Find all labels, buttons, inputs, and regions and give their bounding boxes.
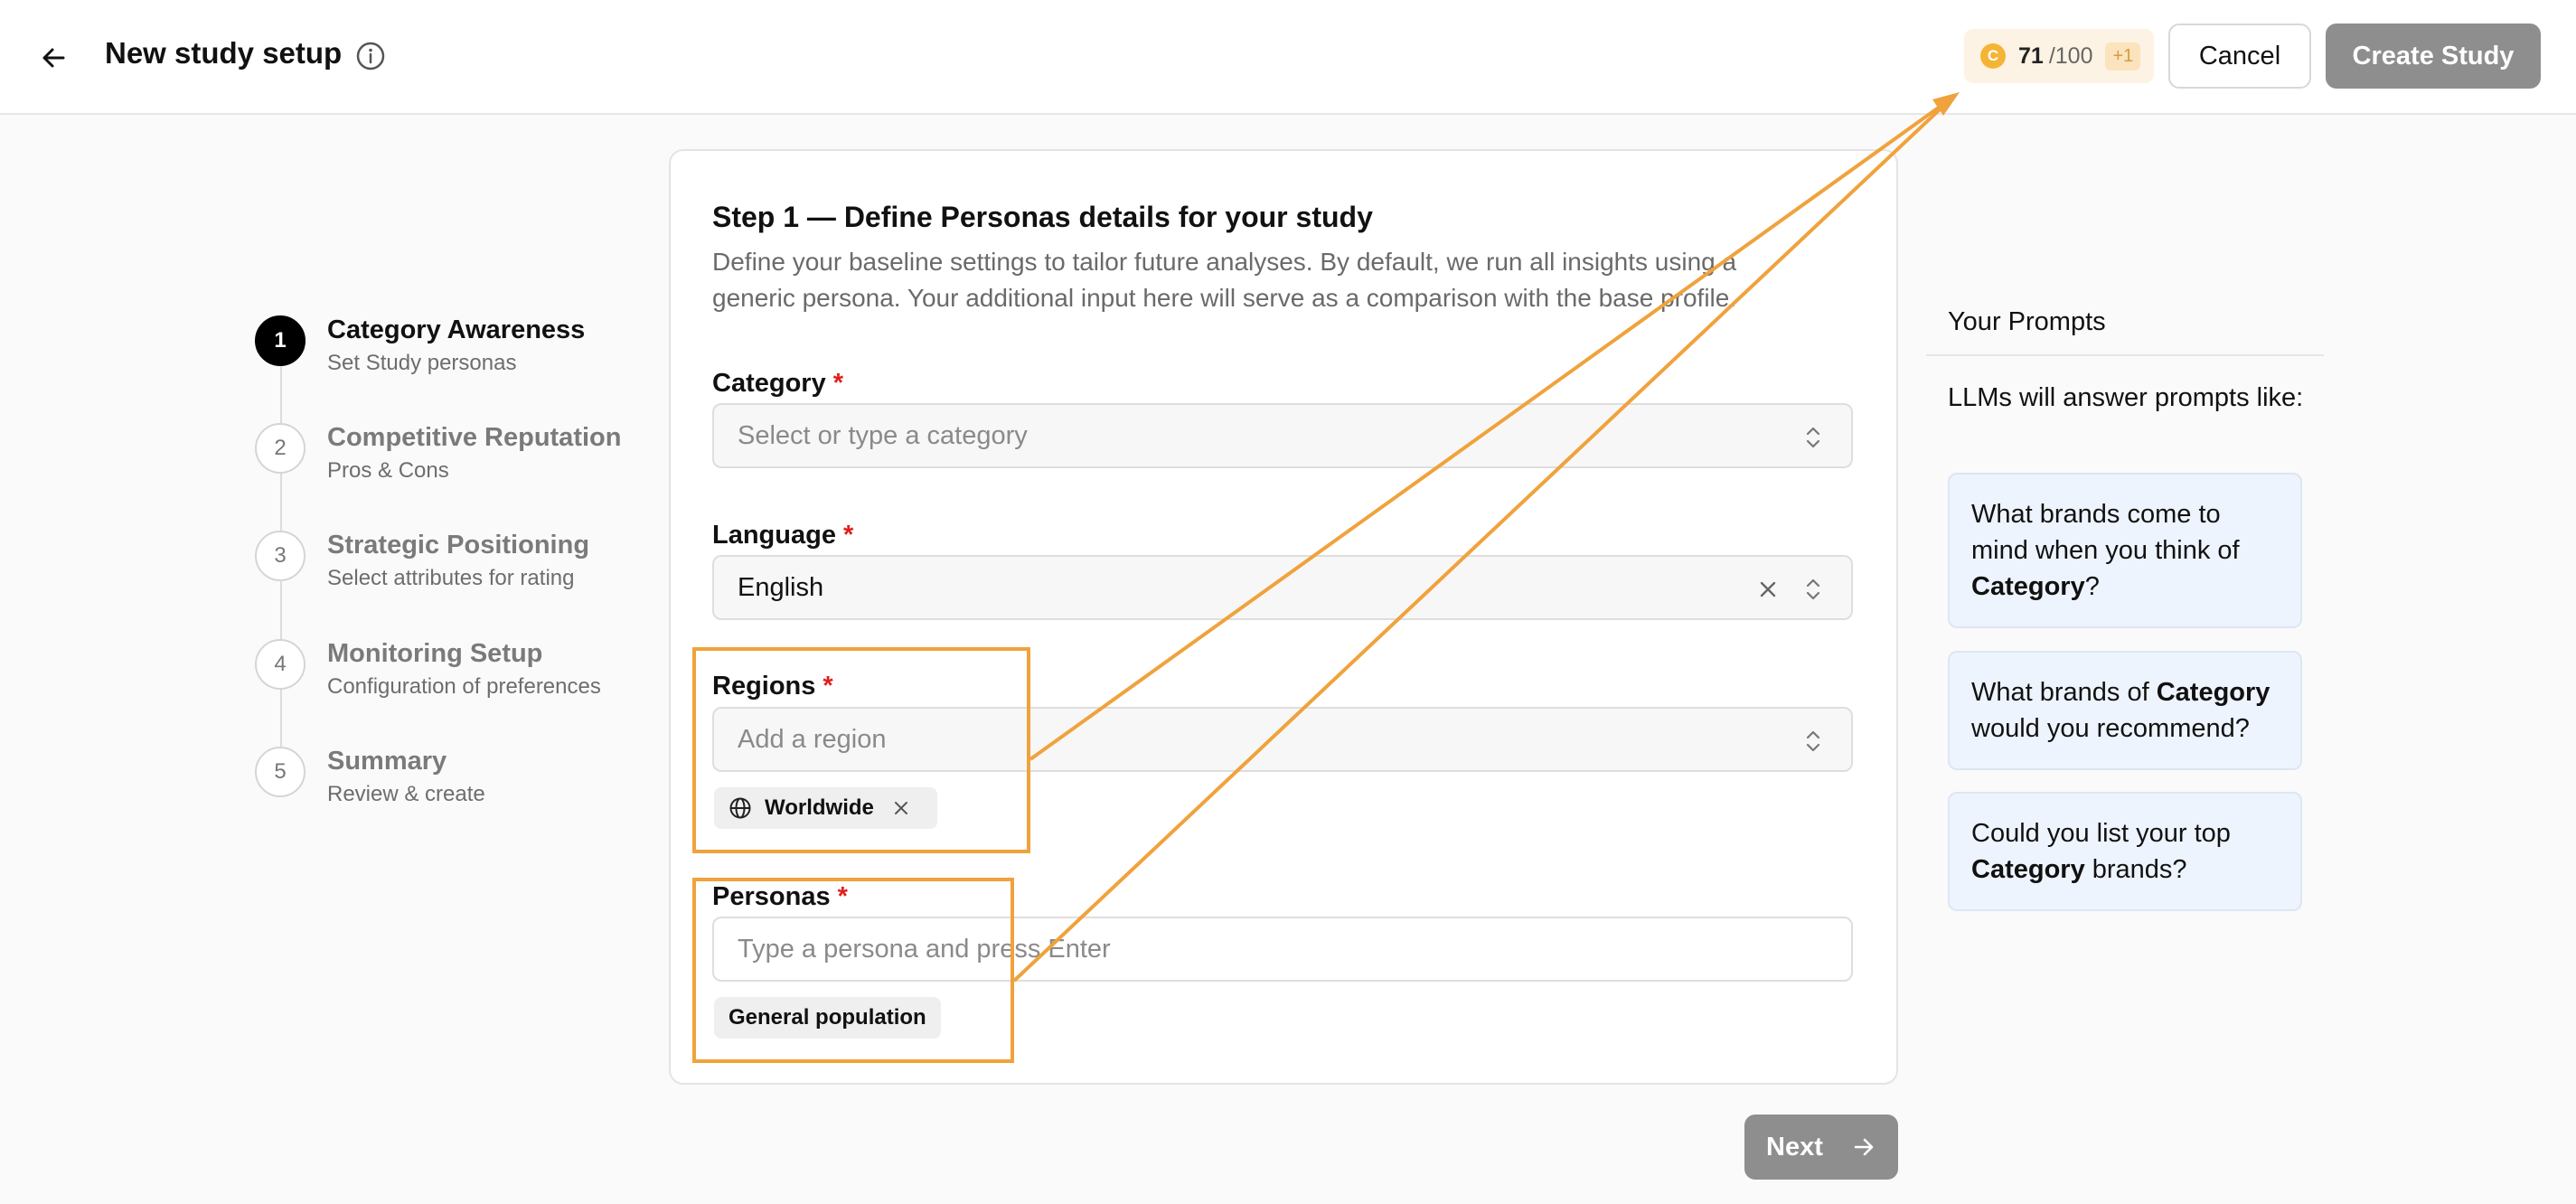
personas-input[interactable]: Type a persona and press Enter bbox=[712, 917, 1853, 982]
category-placeholder: Select or type a category bbox=[738, 420, 1028, 450]
step-title: Strategic Positioning bbox=[327, 531, 590, 560]
step-subtitle: Review & create bbox=[327, 782, 485, 806]
step-title: Summary bbox=[327, 747, 447, 776]
persona-chip-general-population: General population bbox=[714, 997, 941, 1039]
language-value: English bbox=[738, 572, 824, 602]
info-icon[interactable] bbox=[355, 41, 386, 71]
globe-icon bbox=[729, 797, 751, 819]
step-number: 3 bbox=[255, 531, 306, 581]
category-select[interactable]: Select or type a category bbox=[712, 403, 1853, 468]
prompts-intro: LLMs will answer prompts like: bbox=[1948, 383, 2304, 412]
regions-select[interactable]: Add a region bbox=[712, 707, 1853, 772]
category-label: Category * bbox=[712, 369, 843, 398]
prompts-title: Your Prompts bbox=[1948, 307, 2106, 336]
step-title: Competitive Reputation bbox=[327, 423, 622, 452]
regions-label: Regions * bbox=[712, 672, 833, 701]
personas-label: Personas * bbox=[712, 882, 848, 911]
step-number: 1 bbox=[255, 315, 306, 366]
form-title: Step 1 — Define Personas details for you… bbox=[712, 201, 1373, 233]
clear-icon[interactable] bbox=[1755, 577, 1781, 602]
next-button[interactable]: Next bbox=[1744, 1115, 1898, 1180]
step-subtitle: Set Study personas bbox=[327, 351, 517, 375]
region-chip-label: Worldwide bbox=[765, 795, 874, 820]
back-arrow-icon[interactable] bbox=[36, 40, 72, 76]
step-title: Monitoring Setup bbox=[327, 639, 543, 668]
credits-total: /100 bbox=[2048, 42, 2093, 69]
step-number: 4 bbox=[255, 639, 306, 690]
prompts-divider bbox=[1926, 354, 2324, 356]
coin-icon: C bbox=[1980, 43, 2006, 69]
credits-used: 71 bbox=[2018, 42, 2044, 69]
credits-increment: +1 bbox=[2105, 42, 2141, 71]
step-subtitle: Configuration of preferences bbox=[327, 674, 601, 699]
persona-chip-label: General population bbox=[729, 1005, 926, 1030]
remove-chip-icon[interactable] bbox=[892, 799, 910, 817]
chevrons-up-down-icon bbox=[1806, 427, 1820, 448]
arrow-right-icon bbox=[1854, 1138, 1874, 1156]
prompt-card: What brands of Category would you recomm… bbox=[1948, 651, 2302, 770]
prompt-card: Could you list your top Category brands? bbox=[1948, 792, 2302, 911]
page-title: New study setup bbox=[105, 36, 343, 70]
chevrons-up-down-icon bbox=[1806, 730, 1820, 752]
top-bar: New study setup C 71 /100 +1 Cancel Crea… bbox=[0, 0, 2576, 115]
prompt-card: What brands come to mind when you think … bbox=[1948, 473, 2302, 628]
language-label: Language * bbox=[712, 521, 854, 550]
step-number: 5 bbox=[255, 747, 306, 797]
region-chip-worldwide: Worldwide bbox=[714, 787, 937, 829]
form-description: Define your baseline settings to tailor … bbox=[712, 248, 1737, 312]
step-number: 2 bbox=[255, 423, 306, 474]
chevrons-up-down-icon bbox=[1806, 578, 1820, 600]
cancel-button[interactable]: Cancel bbox=[2168, 24, 2311, 89]
regions-placeholder: Add a region bbox=[738, 724, 887, 754]
credits-badge: C 71 /100 +1 bbox=[1964, 29, 2154, 83]
step-subtitle: Pros & Cons bbox=[327, 458, 449, 483]
step-title: Category Awareness bbox=[327, 315, 586, 344]
language-select[interactable]: English bbox=[712, 555, 1853, 620]
step-subtitle: Select attributes for rating bbox=[327, 566, 575, 590]
create-study-button[interactable]: Create Study bbox=[2326, 24, 2541, 89]
personas-placeholder: Type a persona and press Enter bbox=[738, 934, 1111, 964]
